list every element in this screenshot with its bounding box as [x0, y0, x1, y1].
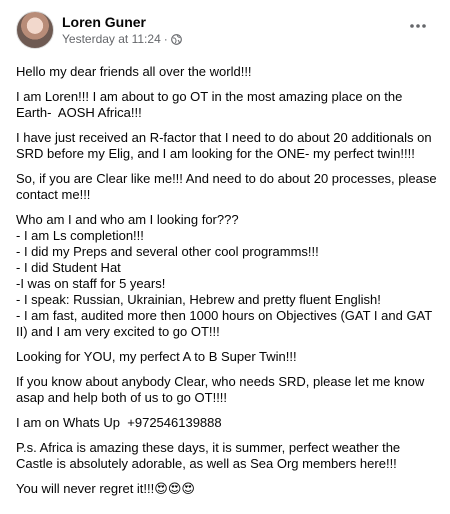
more-options-icon[interactable]	[404, 16, 432, 36]
post-paragraph: Looking for YOU, my perfect A to B Super…	[16, 349, 297, 364]
post-paragraph: P.s. Africa is amazing these days, it is…	[16, 440, 404, 471]
author-name[interactable]: Loren Guner	[62, 14, 182, 31]
post-body: Hello my dear friends all over the world…	[16, 64, 438, 497]
author-block: Loren Guner Yesterday at 11:24 ·	[62, 14, 182, 47]
post-list: Who am I and who am I looking for??? - I …	[16, 212, 438, 340]
avatar[interactable]	[16, 11, 54, 49]
list-item: - I am Ls completion!!!	[16, 228, 144, 243]
post-paragraph: If you know about anybody Clear, who nee…	[16, 374, 428, 405]
post-paragraph: I am Loren!!! I am about to go OT in the…	[16, 89, 406, 120]
list-item: - I did Student Hat	[16, 260, 121, 275]
list-item: - I speak: Russian, Ukrainian, Hebrew an…	[16, 292, 381, 307]
list-item: - I did my Preps and several other cool …	[16, 244, 319, 259]
post-header: Loren Guner Yesterday at 11:24 ·	[16, 10, 438, 50]
list-item: - I am fast, audited more then 1000 hour…	[16, 308, 436, 339]
post-paragraph: I have just received an R-factor that I …	[16, 130, 436, 161]
list-item: -I was on staff for 5 years!	[16, 276, 166, 291]
post-timestamp[interactable]: Yesterday at 11:24	[62, 32, 161, 47]
heart-eyes-emoji-icon: 😍😍😍	[154, 481, 195, 496]
post-paragraph: So, if you are Clear like me!!! And need…	[16, 171, 441, 202]
post-paragraph: I am on Whats Up +972546139888	[16, 415, 222, 430]
post-closing: You will never regret it!!!😍😍😍	[16, 481, 438, 497]
globe-icon[interactable]	[170, 33, 182, 45]
meta-separator: ·	[163, 31, 168, 46]
list-intro: Who am I and who am I looking for???	[16, 212, 239, 227]
post-card: Loren Guner Yesterday at 11:24 · Hello m…	[0, 0, 450, 514]
post-meta: Yesterday at 11:24 ·	[62, 32, 182, 47]
post-paragraph: Hello my dear friends all over the world…	[16, 64, 252, 79]
closing-text: You will never regret it!!!	[16, 481, 155, 496]
